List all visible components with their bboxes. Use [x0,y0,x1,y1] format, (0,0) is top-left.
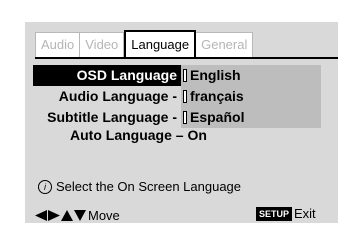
direction-arrows [35,209,86,221]
tab-language[interactable]: Language [124,30,197,57]
subtitle-language-value[interactable]: Español [181,107,321,128]
option-marker-icon [183,90,187,103]
info-icon: i [38,179,52,194]
tab-bar: Audio Video Language General [35,30,254,57]
exit-label: Exit [294,206,316,221]
help-text: i Select the On Screen Language [38,179,241,194]
arrow-down-icon [74,209,86,221]
audio-language-value-text: français [190,88,244,104]
audio-language-value[interactable]: français [181,86,321,107]
osd-language-value[interactable]: English [181,65,321,86]
option-marker-icon [183,111,187,124]
tab-audio[interactable]: Audio [35,32,81,57]
move-label: Move [88,207,120,223]
arrow-left-icon [35,209,47,221]
arrow-up-icon [61,209,73,221]
tab-video[interactable]: Video [80,32,125,57]
subtitle-language-label: Subtitle Language - [47,109,177,125]
osd-language-value-text: English [190,67,241,83]
tab-general[interactable]: General [196,32,254,57]
help-text-label: Select the On Screen Language [56,179,242,194]
tab-divider [35,57,338,59]
auto-language-setting[interactable]: Auto Language – On [70,127,207,143]
subtitle-language-value-text: Español [190,109,245,125]
option-marker-icon [183,69,187,82]
setup-button-badge[interactable]: SETUP [256,207,293,221]
audio-language-label: Audio Language - [58,88,177,104]
language-settings-panel: Audio Video Language General OSD Languag… [25,22,338,223]
footer-bar: Move SETUP Exit [35,206,330,223]
arrow-right-icon [48,209,60,221]
osd-language-label: OSD Language [33,65,181,86]
